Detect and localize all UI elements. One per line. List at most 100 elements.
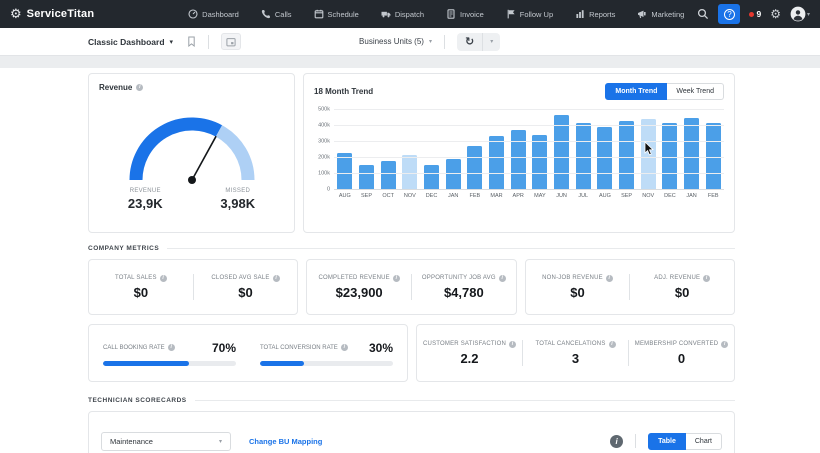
metric-label: MEMBERSHIP CONVERTED xyxy=(634,341,719,347)
metric-label: ADJ. REVENUE xyxy=(654,275,701,281)
chart-bar[interactable] xyxy=(380,161,396,189)
info-icon[interactable]: i xyxy=(605,274,613,282)
bu-select[interactable]: Maintenance ▾ xyxy=(101,431,231,451)
rate-value: 70% xyxy=(211,340,236,355)
bookmark-icon[interactable] xyxy=(187,36,196,47)
metric-value: $23,900 xyxy=(335,284,383,300)
nav-item-label: Invoice xyxy=(460,9,484,19)
revenue-card-title: Revenue xyxy=(99,83,133,92)
metric-label: TOTAL SALES xyxy=(114,275,157,281)
total-conversion-rate-widget: TOTAL CONVERSION RATE i 30% xyxy=(260,341,393,366)
chart-bar-column xyxy=(659,109,681,189)
nav-item-marketing[interactable]: Marketing xyxy=(626,0,695,28)
info-icon[interactable]: i xyxy=(167,344,175,351)
notification-badge[interactable]: 9 xyxy=(749,9,761,19)
chart-bar[interactable] xyxy=(510,129,526,189)
info-icon[interactable]: i xyxy=(509,340,516,348)
month-trend-button[interactable]: Month Trend xyxy=(605,83,668,100)
rate-label: CALL BOOKING RATE xyxy=(103,344,165,351)
dashboard-icon xyxy=(188,9,198,19)
nav-item-label: Follow Up xyxy=(519,9,554,19)
table-view-button[interactable]: Table xyxy=(648,432,686,450)
nav-item-calls[interactable]: Calls xyxy=(250,0,303,28)
chart-y-tick: 100k xyxy=(318,170,330,177)
chart-y-tick: 200k xyxy=(318,154,330,161)
dashboard-selector[interactable]: Classic Dashboard ▾ xyxy=(88,37,173,47)
notification-dot-icon xyxy=(749,11,755,17)
week-trend-button[interactable]: Week Trend xyxy=(667,83,724,100)
chart-bar[interactable] xyxy=(467,145,483,189)
chart-bar[interactable] xyxy=(489,136,505,189)
chart-x-tick: DEC xyxy=(664,193,676,199)
chart-x-tick: JAN xyxy=(686,193,697,199)
metric-label: CLOSED AVG SALE xyxy=(211,275,270,281)
chart-gridline xyxy=(334,109,724,110)
chart-bar[interactable] xyxy=(619,121,635,189)
nav-item-schedule[interactable]: Schedule xyxy=(303,0,370,28)
chart-bar[interactable] xyxy=(359,165,374,189)
search-icon[interactable] xyxy=(697,8,709,20)
change-bu-mapping-link[interactable]: Change BU Mapping xyxy=(249,437,322,446)
chart-bar[interactable] xyxy=(640,118,656,189)
nav-item-invoice[interactable]: Invoice xyxy=(435,0,495,28)
chart-bar[interactable] xyxy=(684,117,700,189)
info-icon[interactable]: i xyxy=(721,340,729,348)
metric-adj-revenue: ADJ. REVENUE i $0 xyxy=(630,274,734,300)
nav-item-dispatch[interactable]: Dispatch xyxy=(370,0,435,28)
metric-membership-converted: MEMBERSHIP CONVERTED i 0 xyxy=(629,340,734,366)
chart-bar-column xyxy=(572,109,594,189)
chart-bar-column xyxy=(442,109,464,189)
settings-gear-icon[interactable]: ⚙ xyxy=(770,7,781,21)
chart-bar-column xyxy=(507,109,529,189)
booking-conversion-card: CALL BOOKING RATE i 70% TOTAL CONVERSION … xyxy=(88,324,408,382)
chevron-down-icon: ▾ xyxy=(218,437,222,445)
chevron-down-icon: ▾ xyxy=(169,37,174,46)
nav-item-follow-up[interactable]: Follow Up xyxy=(495,0,564,28)
chart-y-tick: 500k xyxy=(318,106,330,113)
metric-closed-avg-sale: CLOSED AVG SALE i $0 xyxy=(194,274,298,300)
info-icon[interactable]: i xyxy=(610,434,624,448)
chart-x-tick: NOV xyxy=(403,193,416,199)
revenue-gauge xyxy=(129,117,254,184)
refresh-icon[interactable]: ↻ xyxy=(457,33,482,51)
chart-gridline xyxy=(334,173,724,174)
chart-x-tick: MAY xyxy=(534,193,546,199)
chart-x-tick: DEC xyxy=(425,193,438,199)
section-title: TECHNICIAN SCORECARDS xyxy=(88,397,187,404)
chart-bar[interactable] xyxy=(445,159,461,189)
info-icon[interactable]: i xyxy=(272,274,280,282)
help-button[interactable]: ? xyxy=(718,4,741,24)
info-icon[interactable]: i xyxy=(136,84,144,91)
info-icon[interactable]: i xyxy=(392,274,400,282)
business-units-filter[interactable]: Business Units (5) ▾ xyxy=(359,37,432,46)
chart-x-axis: AUG SEP OCT NOV DEC JAN FEB MAR APR MAY JUN JUL AUG S… xyxy=(334,193,724,199)
info-icon[interactable]: i xyxy=(498,274,506,282)
progress-bar-fill xyxy=(103,360,190,366)
refresh-options-chevron-icon[interactable]: ▾ xyxy=(482,32,500,51)
metric-value: 2.2 xyxy=(460,350,479,366)
info-icon[interactable]: i xyxy=(159,274,167,282)
bar-chart: 500k 400k 300k 200k 100k 0 AUG SEP OCT NOV DEC JAN… xyxy=(314,106,724,199)
chart-bar[interactable] xyxy=(337,153,353,189)
brand-logo[interactable]: ⚙ ServiceTitan xyxy=(10,8,175,21)
chart-bar[interactable] xyxy=(554,115,570,189)
metric-total-sales: TOTAL SALES i $0 xyxy=(89,274,193,300)
user-menu[interactable]: ▾ xyxy=(790,6,810,22)
chart-x-tick: FEB xyxy=(707,193,719,199)
chevron-down-icon: ▾ xyxy=(806,10,810,18)
nav-item-reports[interactable]: Reports xyxy=(564,0,626,28)
nav-item-dashboard[interactable]: Dashboard xyxy=(177,0,250,28)
chart-x-tick: MAR xyxy=(490,193,503,199)
chart-bar-column xyxy=(356,109,378,189)
nav-item-label: Schedule xyxy=(327,9,359,19)
info-icon[interactable]: i xyxy=(340,344,348,351)
call-booking-rate-widget: CALL BOOKING RATE i 70% xyxy=(103,341,236,366)
nav-item-label: Calls xyxy=(274,9,292,19)
chart-bar[interactable] xyxy=(424,165,440,189)
nav-item-label: Reports xyxy=(589,9,616,19)
chart-bar[interactable] xyxy=(532,134,548,189)
chart-view-button[interactable]: Chart xyxy=(685,432,722,450)
info-icon[interactable]: i xyxy=(703,274,711,282)
date-range-button[interactable] xyxy=(221,33,242,50)
info-icon[interactable]: i xyxy=(608,340,616,348)
